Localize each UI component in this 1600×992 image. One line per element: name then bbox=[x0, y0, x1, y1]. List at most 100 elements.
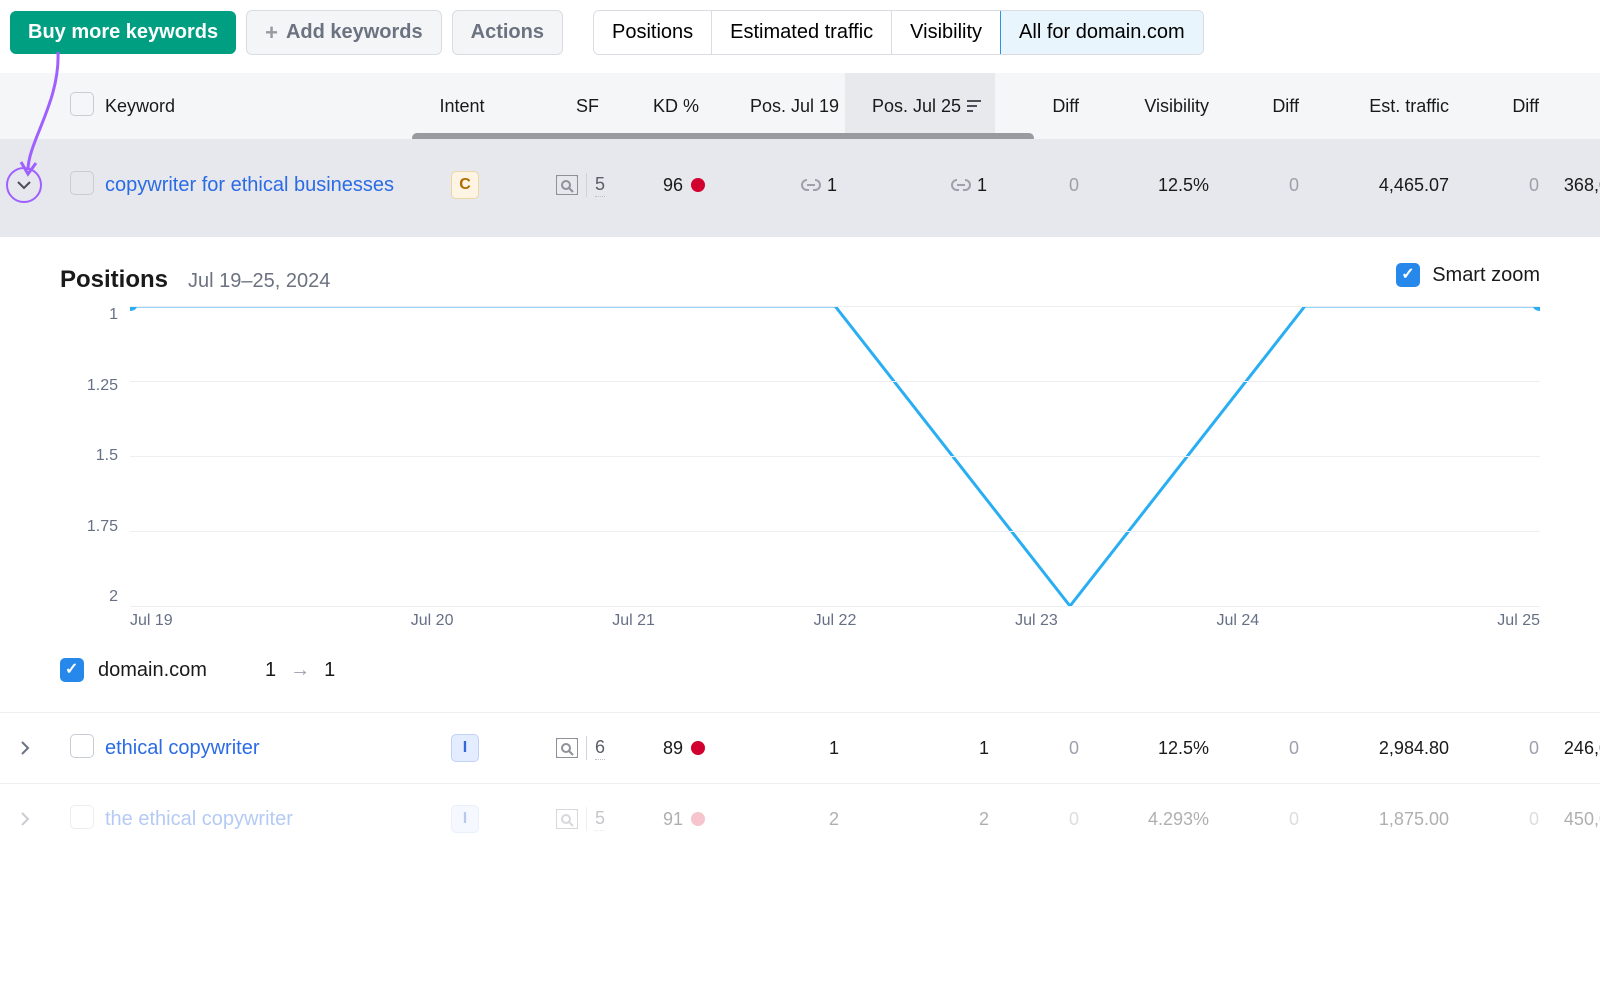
position-value: 1 bbox=[845, 738, 995, 759]
col-volume[interactable]: Vo bbox=[1545, 96, 1600, 117]
expand-toggle[interactable] bbox=[10, 733, 40, 763]
position-value: 2 bbox=[705, 809, 845, 830]
diff-value: 0 bbox=[1455, 809, 1545, 830]
visibility-value: 4.293% bbox=[1085, 809, 1215, 830]
intent-badge-informational: I bbox=[451, 805, 479, 833]
col-diff3[interactable]: Diff bbox=[1455, 96, 1545, 117]
diff-value: 0 bbox=[1215, 175, 1305, 196]
col-kd[interactable]: KD % bbox=[605, 96, 705, 117]
serp-features-icon[interactable] bbox=[556, 738, 578, 758]
expand-toggle[interactable] bbox=[10, 804, 40, 834]
view-tabs: Positions Estimated traffic Visibility A… bbox=[593, 10, 1204, 55]
sf-count[interactable]: 5 bbox=[595, 174, 605, 197]
sf-count[interactable]: 6 bbox=[595, 737, 605, 760]
diff-value: 0 bbox=[995, 175, 1085, 196]
keyword-link[interactable]: ethical copywriter bbox=[105, 737, 260, 759]
select-all-checkbox[interactable] bbox=[70, 92, 94, 116]
position-value: 2 bbox=[845, 809, 995, 830]
col-diff1[interactable]: Diff bbox=[995, 96, 1085, 117]
diff-value: 0 bbox=[995, 738, 1085, 759]
tab-estimated-traffic[interactable]: Estimated traffic bbox=[712, 11, 892, 54]
positions-chart-panel: Positions Jul 19–25, 2024 Smart zoom 1 1… bbox=[0, 237, 1600, 692]
tab-positions[interactable]: Positions bbox=[594, 11, 712, 54]
chart-title: Positions bbox=[60, 266, 168, 293]
legend-from-value: 1 bbox=[265, 659, 276, 682]
add-keywords-button[interactable]: + Add keywords bbox=[246, 10, 442, 55]
toolbar: Buy more keywords + Add keywords Actions… bbox=[0, 0, 1600, 73]
col-diff2[interactable]: Diff bbox=[1215, 96, 1305, 117]
arrow-right-icon: → bbox=[290, 659, 310, 682]
col-sf[interactable]: SF bbox=[515, 96, 605, 117]
keyword-link[interactable]: copywriter for ethical businesses bbox=[105, 174, 394, 196]
serp-features-icon[interactable] bbox=[556, 175, 578, 195]
chart-date-range: Jul 19–25, 2024 bbox=[188, 270, 330, 292]
kd-difficulty-dot bbox=[691, 178, 705, 192]
row-checkbox[interactable] bbox=[70, 171, 94, 195]
diff-value: 0 bbox=[1215, 809, 1305, 830]
intent-badge-commercial: C bbox=[451, 171, 479, 199]
divider bbox=[586, 807, 587, 831]
chevron-right-icon bbox=[18, 812, 32, 826]
row-checkbox[interactable] bbox=[70, 734, 94, 758]
smart-zoom-checkbox[interactable] bbox=[1396, 263, 1420, 287]
plus-icon: + bbox=[265, 22, 278, 44]
position-value: 1 bbox=[977, 175, 987, 196]
link-icon[interactable] bbox=[951, 178, 971, 192]
kd-difficulty-dot bbox=[691, 741, 705, 755]
col-keyword[interactable]: Keyword bbox=[105, 96, 415, 117]
sort-descending-icon bbox=[967, 100, 981, 112]
table-row: the ethical copywriter I 5 91 2 2 0 4.29… bbox=[0, 784, 1600, 834]
intent-badge-informational: I bbox=[451, 734, 479, 762]
diff-value: 0 bbox=[995, 809, 1085, 830]
smart-zoom-label: Smart zoom bbox=[1432, 264, 1540, 287]
table-header: Keyword Intent SF KD % Pos. Jul 19 Pos. … bbox=[0, 73, 1600, 139]
add-keywords-label: Add keywords bbox=[286, 21, 423, 44]
table-row: ethical copywriter I 6 89 1 1 0 12.5% 0 … bbox=[0, 712, 1600, 784]
chevron-right-icon bbox=[18, 741, 32, 755]
kd-difficulty-dot bbox=[691, 812, 705, 826]
col-visibility[interactable]: Visibility bbox=[1085, 96, 1215, 117]
diff-value: 0 bbox=[1215, 738, 1305, 759]
actions-button[interactable]: Actions bbox=[452, 10, 563, 55]
link-icon[interactable] bbox=[801, 178, 821, 192]
tab-all-for-domain[interactable]: All for domain.com bbox=[1000, 10, 1204, 55]
collapse-toggle[interactable] bbox=[6, 167, 42, 203]
col-traffic[interactable]: Est. traffic bbox=[1305, 96, 1455, 117]
kd-value: 89 bbox=[663, 738, 683, 759]
col-intent[interactable]: Intent bbox=[415, 96, 515, 117]
col-pos2-sorted[interactable]: Pos. Jul 25 bbox=[845, 73, 995, 139]
chart-y-axis: 1 1.25 1.5 1.75 2 bbox=[60, 306, 130, 606]
traffic-value: 1,875.00 bbox=[1305, 809, 1455, 830]
sf-count[interactable]: 5 bbox=[595, 808, 605, 831]
legend-series-checkbox[interactable] bbox=[60, 658, 84, 682]
chart-plot-area[interactable] bbox=[130, 306, 1540, 606]
legend-domain: domain.com bbox=[98, 659, 207, 682]
buy-more-keywords-button[interactable]: Buy more keywords bbox=[10, 11, 236, 54]
position-value: 1 bbox=[827, 175, 837, 196]
diff-value: 0 bbox=[1455, 738, 1545, 759]
col-pos1[interactable]: Pos. Jul 19 bbox=[705, 96, 845, 117]
position-value: 1 bbox=[705, 738, 845, 759]
visibility-value: 12.5% bbox=[1085, 738, 1215, 759]
divider bbox=[586, 173, 587, 197]
kd-value: 96 bbox=[663, 175, 683, 196]
legend-to-value: 1 bbox=[324, 659, 335, 682]
smart-zoom-toggle[interactable]: Smart zoom bbox=[1396, 263, 1540, 287]
keyword-link[interactable]: the ethical copywriter bbox=[105, 808, 293, 830]
volume-value: 368,000 bbox=[1545, 175, 1600, 196]
divider bbox=[586, 736, 587, 760]
serp-features-icon[interactable] bbox=[556, 809, 578, 829]
row-checkbox[interactable] bbox=[70, 805, 94, 829]
traffic-value: 4,465.07 bbox=[1305, 175, 1455, 196]
visibility-value: 12.5% bbox=[1085, 175, 1215, 196]
table-row: copywriter for ethical businesses C 5 96… bbox=[0, 139, 1600, 237]
traffic-value: 2,984.80 bbox=[1305, 738, 1455, 759]
tab-visibility[interactable]: Visibility bbox=[892, 11, 1001, 54]
diff-value: 0 bbox=[1455, 175, 1545, 196]
kd-value: 91 bbox=[663, 809, 683, 830]
chevron-down-icon bbox=[16, 177, 32, 193]
volume-value: 246,000 bbox=[1545, 738, 1600, 759]
volume-value: 450,000 bbox=[1545, 809, 1600, 830]
chart-legend: domain.com 1 → 1 bbox=[60, 658, 1540, 682]
chart-x-axis: Jul 19 Jul 20 Jul 21 Jul 22 Jul 23 Jul 2… bbox=[130, 612, 1540, 630]
